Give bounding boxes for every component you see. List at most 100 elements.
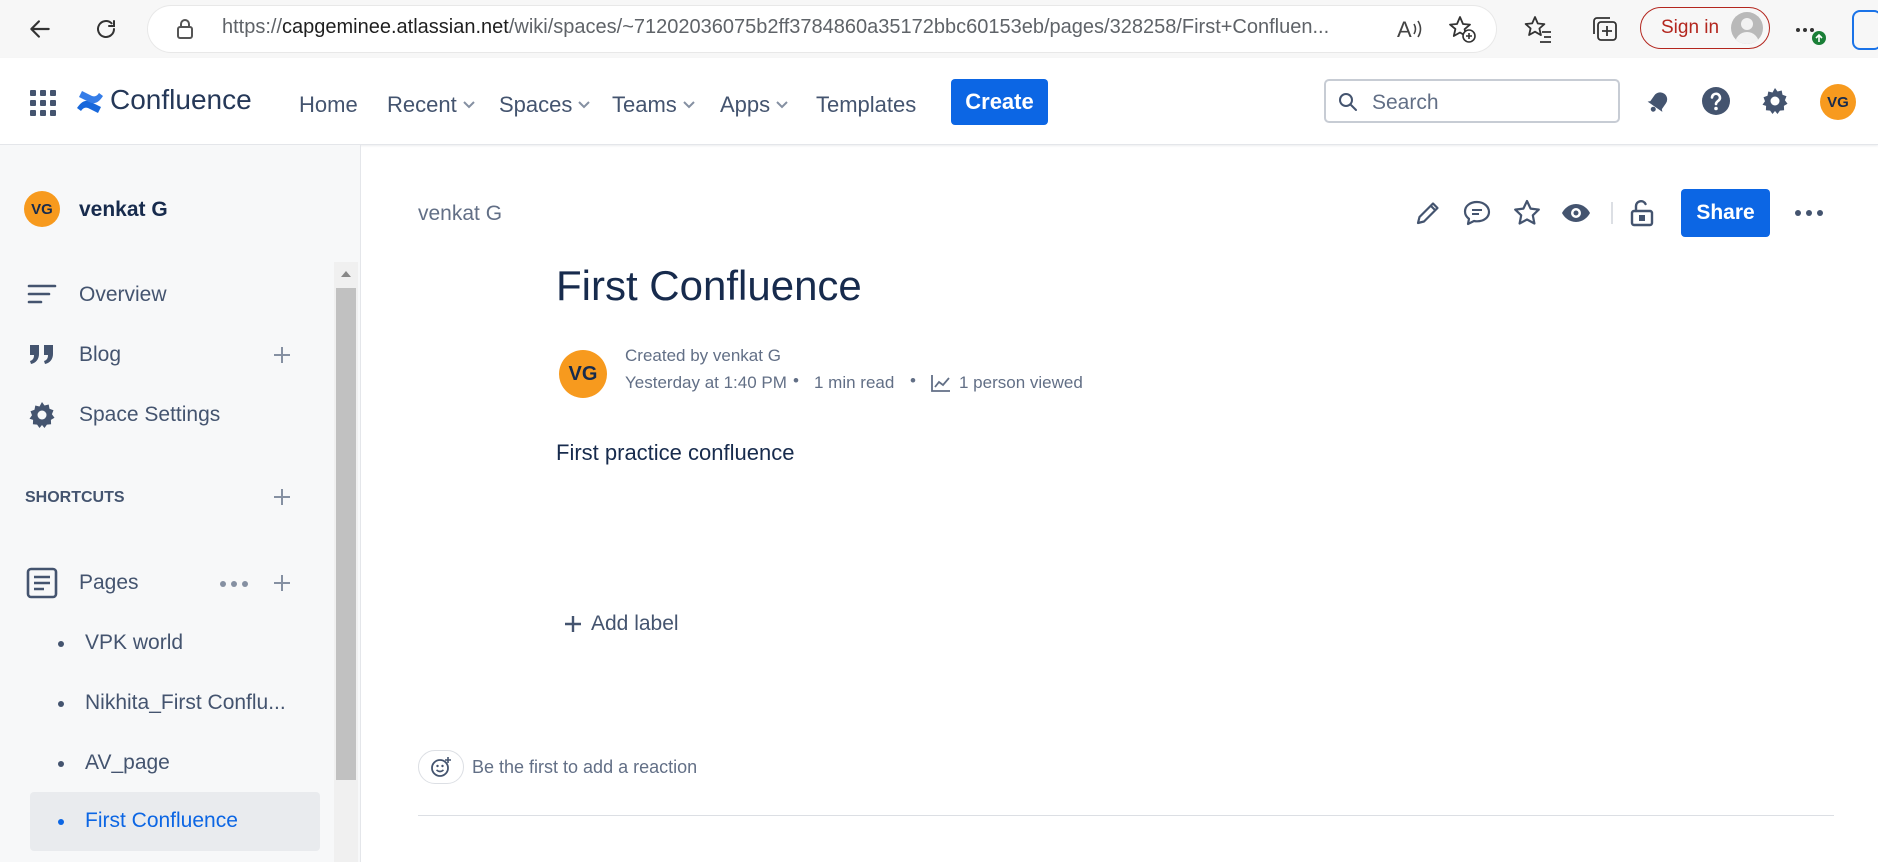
- url-text[interactable]: https://capgeminee.atlassian.net/wiki/sp…: [222, 16, 1382, 39]
- url-scheme: https://: [222, 16, 283, 38]
- more-actions-icon[interactable]: [1794, 208, 1824, 218]
- url-path: /wiki/spaces/~71202036075b2ff3784860a351…: [508, 16, 1330, 38]
- edit-pencil-icon[interactable]: [1411, 196, 1445, 230]
- url-host: capgeminee.atlassian.net: [282, 16, 509, 38]
- read-time: 1 min read: [814, 373, 895, 392]
- space-name[interactable]: venkat G: [79, 198, 168, 222]
- reaction-prompt: Be the first to add a reaction: [472, 757, 698, 777]
- search-input[interactable]: Search: [1324, 79, 1620, 123]
- more-actions-icon[interactable]: [219, 580, 249, 588]
- chevron-down-icon: [776, 101, 788, 109]
- view-count[interactable]: 1 person viewed: [959, 373, 1083, 393]
- page-body-text: First practice confluence: [556, 440, 795, 465]
- notifications-bell-icon[interactable]: [1644, 86, 1674, 116]
- browser-toolbar: https://capgeminee.atlassian.net/wiki/sp…: [0, 0, 1878, 59]
- bullet-icon: [58, 761, 64, 767]
- nav-apps[interactable]: Apps: [720, 92, 788, 118]
- favorite-add-icon[interactable]: [1447, 14, 1477, 44]
- star-icon[interactable]: [1510, 196, 1544, 230]
- chevron-down-icon: [683, 101, 695, 109]
- sidebar-item-space-settings[interactable]: Space Settings: [0, 390, 330, 440]
- copilot-sidebar-icon[interactable]: [1852, 10, 1878, 50]
- nav-templates[interactable]: Templates: [816, 92, 916, 118]
- created-date: Yesterday at 1:40 PM: [625, 373, 787, 392]
- more-options-icon[interactable]: [1794, 14, 1830, 48]
- toolbar-divider: [1611, 202, 1613, 224]
- pages-icon: [26, 567, 58, 599]
- svg-text:A: A: [1397, 17, 1412, 42]
- sidebar-item-blog[interactable]: Blog: [0, 330, 330, 380]
- nav-teams[interactable]: Teams: [612, 92, 695, 118]
- page-tree-item-selected[interactable]: First Confluence: [30, 792, 320, 851]
- scroll-up-arrow-icon[interactable]: [340, 270, 352, 278]
- scrollbar-thumb[interactable]: [336, 288, 356, 780]
- emoji-add-icon: [431, 757, 451, 777]
- add-label-button[interactable]: Add label: [563, 612, 679, 636]
- sidebar-item-label: Blog: [79, 343, 122, 366]
- plus-icon: [565, 616, 581, 632]
- lock-icon[interactable]: [175, 17, 195, 41]
- page-tree-item-label: First Confluence: [85, 809, 238, 832]
- sidebar-item-label: Space Settings: [79, 403, 221, 426]
- restrictions-unlock-icon[interactable]: [1625, 196, 1659, 230]
- bullet-icon: [58, 641, 64, 647]
- separator-dot: •: [793, 371, 799, 390]
- created-by-text[interactable]: Created by venkat G: [625, 346, 781, 366]
- search-icon: [1339, 93, 1357, 111]
- content-divider: [418, 815, 1834, 816]
- nav-apps-label: Apps: [720, 92, 771, 117]
- page-tree-item-label: VPK world: [85, 631, 184, 654]
- favorites-icon[interactable]: [1524, 14, 1554, 44]
- add-shortcut-plus-icon[interactable]: [272, 487, 292, 507]
- comment-icon[interactable]: [1460, 196, 1494, 230]
- nav-spaces[interactable]: Spaces: [499, 92, 591, 118]
- add-blog-plus-icon[interactable]: [272, 345, 292, 365]
- help-icon[interactable]: [1701, 86, 1731, 116]
- page-tree-item-label: AV_page: [85, 751, 170, 774]
- nav-recent[interactable]: Recent: [387, 92, 475, 118]
- breadcrumb[interactable]: venkat G: [418, 202, 502, 226]
- settings-gear-icon[interactable]: [1760, 86, 1790, 116]
- user-avatar[interactable]: VG: [1820, 84, 1856, 120]
- sidebar-item-label: Pages: [79, 571, 139, 594]
- nav-home-label: Home: [299, 92, 358, 117]
- add-page-plus-icon[interactable]: [272, 573, 292, 593]
- page-title: First Confluence: [556, 262, 862, 309]
- sidebar-item-label: Overview: [79, 283, 167, 306]
- collections-icon[interactable]: [1590, 14, 1620, 44]
- page-tree-item-label: Nikhita_First Conflu...: [85, 691, 286, 714]
- add-reaction-button[interactable]: [418, 750, 464, 784]
- page-tree-item[interactable]: VPK world: [30, 618, 320, 668]
- bullet-icon: [58, 819, 64, 825]
- back-arrow-icon[interactable]: [20, 9, 60, 49]
- space-avatar[interactable]: VG: [24, 191, 60, 227]
- overview-icon: [27, 284, 57, 304]
- shortcuts-heading: SHORTCUTS: [25, 489, 125, 506]
- sidebar-item-pages[interactable]: Pages: [0, 558, 330, 608]
- analytics-chart-icon: [931, 375, 950, 392]
- page-tree-item[interactable]: AV_page: [30, 738, 320, 788]
- refresh-icon[interactable]: [86, 9, 126, 49]
- page-tree-item[interactable]: Nikhita_First Conflu...: [30, 678, 320, 728]
- app-switcher-icon[interactable]: [30, 90, 56, 116]
- product-name[interactable]: Confluence: [110, 84, 252, 116]
- nav-teams-label: Teams: [612, 92, 677, 117]
- chevron-down-icon: [463, 101, 475, 109]
- create-button[interactable]: Create: [951, 79, 1048, 125]
- nav-spaces-label: Spaces: [499, 92, 573, 117]
- profile-picture-icon: [1731, 12, 1763, 44]
- watch-eye-icon[interactable]: [1559, 196, 1593, 230]
- nav-home[interactable]: Home: [299, 92, 358, 118]
- chevron-down-icon: [578, 101, 591, 109]
- nav-templates-label: Templates: [816, 92, 917, 117]
- sign-in-label: Sign in: [1661, 17, 1720, 38]
- read-aloud-icon[interactable]: A: [1396, 16, 1424, 42]
- sidebar-item-overview[interactable]: Overview: [0, 270, 330, 320]
- bullet-icon: [58, 701, 64, 707]
- confluence-logo-icon[interactable]: [75, 87, 105, 117]
- author-avatar[interactable]: VG: [559, 350, 607, 398]
- search-placeholder: Search: [1372, 91, 1439, 114]
- sign-in-button[interactable]: Sign in: [1640, 7, 1770, 49]
- separator-dot: •: [910, 371, 916, 390]
- share-button[interactable]: Share: [1681, 189, 1770, 237]
